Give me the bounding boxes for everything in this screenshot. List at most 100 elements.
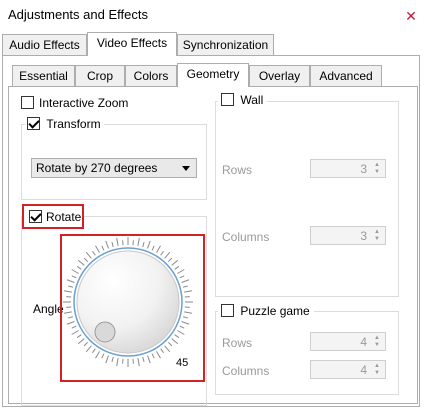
dial-tick (182, 316, 189, 319)
dial-tick (66, 321, 75, 325)
tab-video-effects[interactable]: Video Effects (87, 32, 177, 56)
dial-tick (137, 237, 140, 246)
wall-label: Wall (240, 93, 264, 107)
transform-legend: Transform (25, 117, 104, 131)
tab-crop[interactable]: Crop (75, 65, 125, 86)
dial-tick (63, 290, 72, 293)
dial-tick (167, 257, 173, 263)
rotate-checkbox[interactable] (29, 210, 42, 223)
angle-dial[interactable]: 45 (61, 235, 204, 381)
chevron-down-icon (182, 166, 190, 171)
tab-overlay[interactable]: Overlay (249, 65, 310, 86)
dial-tick (174, 266, 180, 270)
dial-tick (142, 356, 145, 363)
dial-tick (116, 237, 119, 246)
dial-tick (83, 257, 89, 263)
puzzle-checkbox[interactable] (221, 304, 234, 317)
dial-tick (147, 355, 151, 364)
wall-legend: Wall (218, 93, 268, 107)
dial-tick (184, 311, 193, 314)
rotate-label: Rotate (46, 210, 82, 224)
dial-tick (71, 275, 77, 279)
dial-tick (101, 353, 105, 359)
dial-tick (184, 290, 193, 293)
dial-tick (67, 285, 74, 288)
dial-tick (77, 259, 85, 266)
wall-group (215, 101, 399, 297)
dial-tick (116, 358, 119, 367)
wall-columns-value: 3 (360, 229, 367, 243)
dial-tick (63, 311, 72, 314)
dial-tick (71, 269, 79, 274)
tab-essential[interactable]: Essential (12, 65, 75, 86)
dial-tick (164, 251, 171, 259)
puzzle-columns-spinbox[interactable]: 4 ▲ ▼ (310, 360, 386, 379)
tab-geometry[interactable]: Geometry (177, 63, 249, 87)
dial-tick (160, 250, 164, 256)
tab-synchronization[interactable]: Synchronization (177, 34, 274, 55)
spin-arrows-icon: ▲ ▼ (374, 229, 380, 242)
interactive-zoom-checkbox[interactable] (21, 96, 34, 109)
dial-tick (151, 353, 155, 359)
dial-tick (156, 245, 161, 253)
puzzle-group (215, 311, 399, 395)
wall-rows-value: 3 (360, 162, 367, 176)
tab-advanced[interactable]: Advanced (310, 65, 382, 86)
spin-arrows-icon: ▲ ▼ (374, 363, 380, 376)
dial-tick (105, 240, 109, 249)
transform-select-value: Rotate by 270 degrees (36, 161, 158, 175)
spin-arrows-icon: ▲ ▼ (374, 335, 380, 348)
puzzle-rows-spinbox[interactable]: 4 ▲ ▼ (310, 332, 386, 351)
puzzle-columns-label: Columns (222, 364, 270, 378)
dial-tick (85, 251, 92, 259)
dial-tick (177, 330, 185, 335)
dial-tick (179, 275, 185, 279)
dial-value: 45 (176, 357, 188, 369)
dial-tick (105, 355, 109, 364)
dial-tick (111, 241, 114, 248)
dial-tick (147, 240, 151, 249)
transform-checkbox[interactable] (27, 117, 40, 130)
tab-audio-effects[interactable]: Audio Effects (2, 34, 87, 55)
dial-tick (156, 351, 161, 359)
close-icon[interactable]: ✕ (401, 6, 421, 26)
wall-columns-spinbox[interactable]: 3 ▲ ▼ (310, 226, 386, 245)
dial-tick (111, 356, 114, 363)
dial-tick (160, 348, 164, 354)
dial-tick (164, 345, 171, 353)
puzzle-legend: Puzzle game (218, 304, 314, 318)
dial-tick (76, 266, 82, 270)
dial-tick (137, 358, 140, 367)
dial-tick (66, 279, 75, 283)
dial-tick (92, 348, 96, 354)
dial-tick (95, 245, 100, 253)
dial-knob[interactable] (76, 250, 180, 354)
dial-tick (101, 245, 105, 251)
interactive-zoom-label: Interactive Zoom (39, 96, 129, 110)
dial-tick (71, 325, 77, 329)
wall-checkbox[interactable] (221, 93, 234, 106)
dial-tick (77, 338, 85, 345)
puzzle-columns-value: 4 (360, 363, 367, 377)
dial-tick (95, 351, 100, 359)
puzzle-rows-label: Rows (222, 336, 253, 350)
dial-tick (171, 259, 179, 266)
dial-tick (142, 241, 145, 248)
dial-tick (174, 334, 180, 338)
tab-colors[interactable]: Colors (125, 65, 177, 86)
transform-select[interactable]: Rotate by 270 degrees (31, 158, 197, 178)
puzzle-label: Puzzle game (240, 304, 310, 318)
wall-rows-label: Rows (222, 163, 253, 177)
dial-tick (151, 245, 155, 251)
dial-grip[interactable] (94, 321, 116, 343)
dial-tick (71, 330, 79, 335)
dial-tick (167, 341, 173, 347)
dial-tick (85, 345, 92, 353)
wall-columns-label: Columns (222, 230, 270, 244)
dial-tick (92, 250, 96, 256)
dial-tick (182, 285, 189, 288)
dial-tick (76, 334, 82, 338)
puzzle-rows-value: 4 (360, 335, 367, 349)
wall-rows-spinbox[interactable]: 3 ▲ ▼ (310, 159, 386, 178)
dial-tick (179, 325, 185, 329)
